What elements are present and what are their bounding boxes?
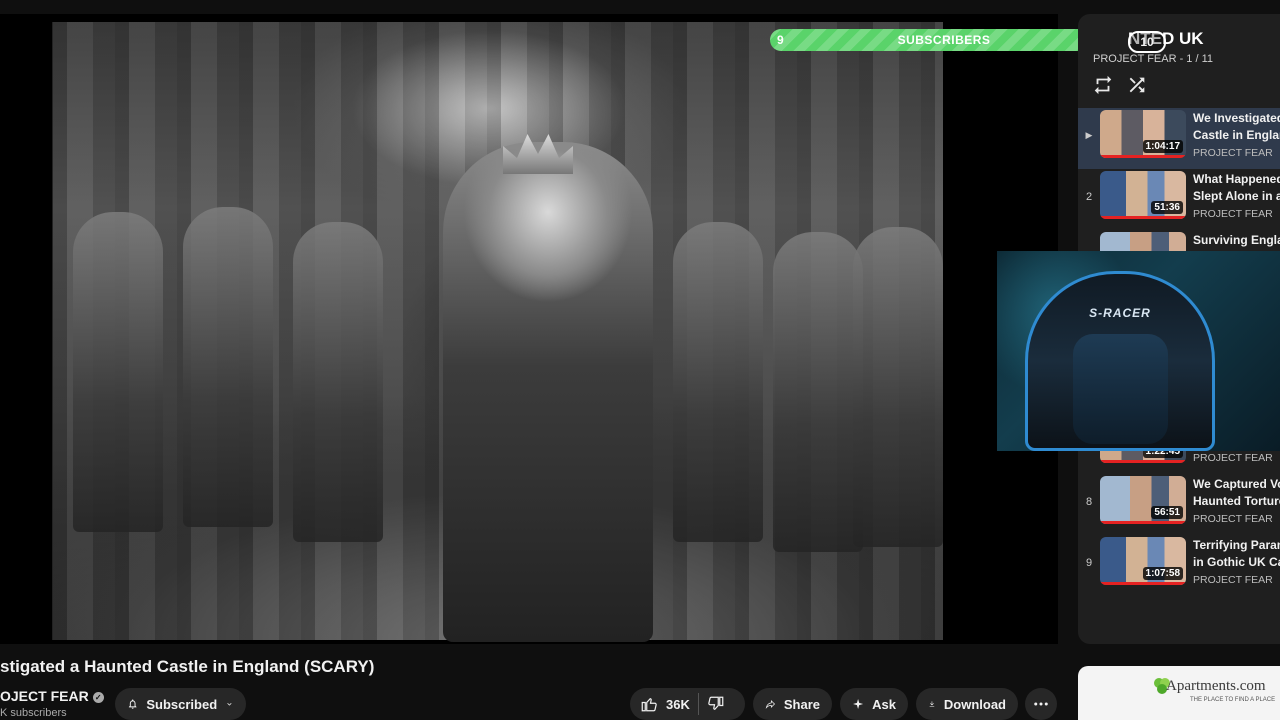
- like-separator: [697, 693, 699, 715]
- watch-progress: [1100, 582, 1186, 585]
- playlist-item-index: 2: [1085, 191, 1093, 203]
- loop-icon[interactable]: [1092, 74, 1114, 96]
- subscribed-label: Subscribed: [146, 696, 218, 712]
- ask-button[interactable]: Ask: [840, 688, 908, 720]
- share-label: Share: [783, 696, 820, 712]
- sparkle-icon: [853, 698, 864, 710]
- subscriber-goal: 10: [1128, 31, 1166, 53]
- playlist-item-title-line1: We Captured Vo: [1193, 477, 1280, 491]
- playlist-item-title-line2: Slept Alone in a: [1193, 189, 1280, 203]
- chevron-down-icon: [227, 703, 232, 706]
- playlist-item-thumbnail[interactable]: 56:51: [1100, 476, 1186, 524]
- ad-tagline: THE PLACE TO FIND A PLACE: [1190, 697, 1276, 703]
- ask-label: Ask: [872, 696, 896, 712]
- subscribed-button[interactable]: Subscribed: [115, 688, 246, 720]
- watch-progress: [1100, 216, 1186, 219]
- playlist-item-channel: PROJECT FEAR: [1193, 452, 1273, 464]
- gaming-chair: S-RACER: [1025, 271, 1215, 451]
- video-title: stigated a Haunted Castle in England (SC…: [0, 657, 375, 676]
- playlist-item-title: What Happened Slept Alone in a: [1193, 171, 1280, 205]
- channel-name-text: OJECT FEAR: [0, 688, 89, 704]
- video-figure: [673, 222, 763, 542]
- playlist-item-thumbnail[interactable]: 1:07:58: [1100, 537, 1186, 585]
- playlist-item-title-line2: Castle in Englan: [1193, 128, 1280, 142]
- video-player[interactable]: [0, 14, 1058, 644]
- chair-seat: [1073, 334, 1168, 444]
- playlist-item-title: We Captured Vo Haunted Torture: [1193, 476, 1280, 510]
- playlist-item-title: Terrifying Paran in Gothic UK Ca: [1193, 537, 1280, 571]
- download-button[interactable]: Download: [916, 688, 1018, 720]
- now-playing-icon: ▶: [1085, 130, 1093, 140]
- playlist-item-index: 9: [1085, 557, 1093, 569]
- playlist-item[interactable]: 8 56:51 We Captured Vo Haunted Torture PROJE…: [1078, 474, 1280, 535]
- channel-name[interactable]: OJECT FEAR ✓: [0, 688, 104, 704]
- share-icon: [765, 699, 776, 709]
- dislike-icon[interactable]: [707, 695, 725, 713]
- watch-progress: [1100, 521, 1186, 524]
- playlist-item-title-line1: We Investigated: [1193, 111, 1280, 125]
- webcam-overlay: S-RACER: [997, 251, 1280, 451]
- more-actions-button[interactable]: [1025, 688, 1057, 720]
- playlist-item-channel: PROJECT FEAR: [1193, 208, 1273, 220]
- playlist-item[interactable]: 9 1:07:58 Terrifying Paran in Gothic UK Ca P…: [1078, 535, 1280, 596]
- playlist-item-title-line2: in Gothic UK Ca: [1193, 555, 1280, 569]
- playlist-item-title-line2: Haunted Torture: [1193, 494, 1280, 508]
- bell-icon: [128, 699, 137, 709]
- playlist-item-channel: PROJECT FEAR: [1193, 147, 1273, 159]
- verified-icon: ✓: [92, 692, 104, 703]
- subscriber-label: SUBSCRIBERS: [897, 33, 991, 47]
- sidebar-ad[interactable]: Apartments.com THE PLACE TO FIND A PLACE: [1078, 666, 1280, 720]
- playlist-item-channel: PROJECT FEAR: [1193, 574, 1273, 586]
- video-figure: [293, 222, 383, 542]
- like-count[interactable]: 36K: [666, 697, 690, 712]
- download-icon: [929, 701, 935, 707]
- video-figure: [853, 227, 943, 547]
- playlist-item-channel: PROJECT FEAR: [1193, 513, 1273, 525]
- playlist-item-title: Surviving Englan: [1193, 232, 1280, 249]
- video-queen-figure: [443, 142, 653, 642]
- playlist-item-duration: 1:07:58: [1142, 567, 1183, 580]
- playlist-item-thumbnail[interactable]: 1:04:17: [1100, 110, 1186, 158]
- playlist-item-title: We Investigated Castle in Englan: [1193, 110, 1280, 144]
- watch-progress: [1100, 460, 1186, 463]
- watch-progress: [1100, 155, 1186, 158]
- channel-subscribers: K subscribers: [0, 707, 67, 719]
- more-icon: [1034, 702, 1048, 706]
- share-button[interactable]: Share: [753, 688, 832, 720]
- video-frame: [52, 22, 943, 642]
- like-icon[interactable]: [640, 695, 658, 713]
- playlist-item-thumbnail[interactable]: 51:36: [1100, 171, 1186, 219]
- playlist-item-title-line1: Terrifying Paran: [1193, 538, 1280, 552]
- playlist-item-duration: 1:04:17: [1142, 140, 1183, 153]
- playlist-item-title-line1: What Happened: [1193, 172, 1280, 186]
- video-figure: [773, 232, 863, 552]
- playlist-item-duration: 51:36: [1151, 201, 1183, 214]
- video-figure: [183, 207, 273, 527]
- chair-brand: S-RACER: [1089, 306, 1151, 320]
- download-label: Download: [943, 696, 1006, 712]
- playlist-item-index: 8: [1085, 496, 1093, 508]
- ad-brand: Apartments.com: [1166, 678, 1266, 694]
- like-dislike-group: 36K: [630, 688, 745, 720]
- playlist-item[interactable]: 2 51:36 What Happened Slept Alone in a PROJE…: [1078, 169, 1280, 230]
- video-figure: [73, 212, 163, 532]
- playlist-subtitle: PROJECT FEAR - 1 / 11: [1093, 53, 1214, 65]
- playlist-item-title-line1: Surviving Englan: [1193, 233, 1280, 247]
- playlist-item[interactable]: 1:04:17 We Investigated Castle in Englan PR…: [1078, 108, 1280, 169]
- playlist-item-duration: 56:51: [1151, 506, 1183, 519]
- subscriber-goal-bar: 9 SUBSCRIBERS: [770, 29, 1118, 51]
- shuffle-icon[interactable]: [1126, 74, 1148, 96]
